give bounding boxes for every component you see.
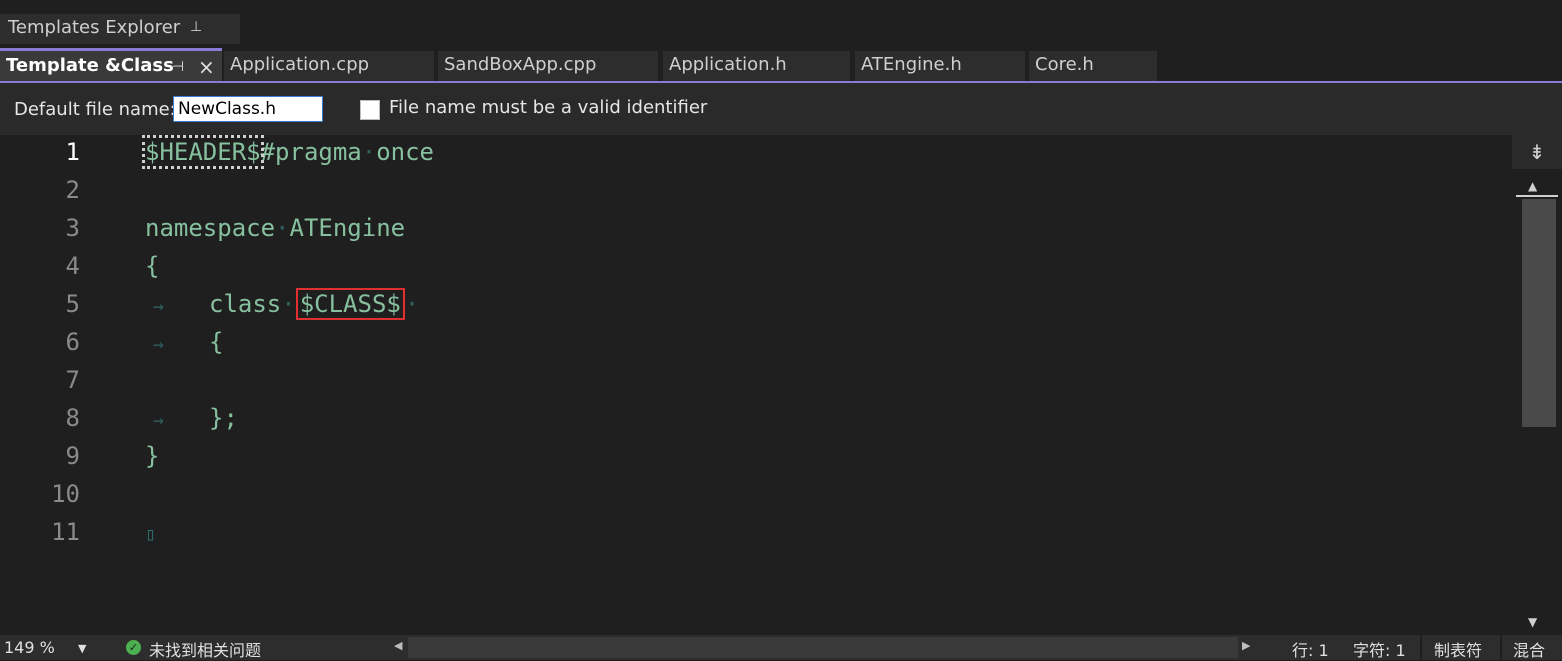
templates-explorer-title: Templates Explorer [8, 17, 181, 38]
tab-label: Core.h [1035, 54, 1094, 75]
tab-arrow-icon: → [153, 296, 164, 317]
close-brace: } [145, 442, 160, 470]
zoom-value: 149 % [4, 638, 55, 657]
close-icon[interactable]: × [198, 55, 215, 79]
pin-icon[interactable]: ⊥ [190, 19, 202, 35]
class-open-brace: { [209, 328, 224, 356]
header-placeholder[interactable]: $HEADER$ [142, 135, 264, 169]
tab-label: SandBoxApp.cpp [444, 54, 597, 75]
class-close-brace: }; [209, 404, 238, 432]
document-tab-strip: Template &Class ⊣ × Application.cpp Sand… [0, 48, 1562, 81]
vertical-scrollbar[interactable]: ⇟ ▲ ▼ [1512, 135, 1562, 635]
pin-icon[interactable]: ⊣ [172, 59, 184, 75]
line-number: 10 [51, 480, 80, 508]
once-keyword: once [376, 138, 434, 166]
valid-identifier-checkbox[interactable] [360, 100, 380, 120]
horizontal-scrollbar[interactable]: ◀ ▶ [388, 635, 1260, 660]
indent-mode[interactable]: 制表符 [1434, 637, 1482, 661]
scroll-right-icon[interactable]: ▶ [1242, 639, 1250, 652]
line-number: 3 [65, 214, 80, 242]
check-circle-icon: ✓ [126, 640, 141, 655]
line-number: 11 [51, 518, 80, 546]
status-divider [1420, 635, 1422, 660]
tab-template-class[interactable]: Template &Class ⊣ × [0, 48, 222, 81]
tab-label: Template &Class [6, 55, 174, 76]
code-editor[interactable]: 1 2 3 4 5 6 7 8 9 10 11 $HEADER$#pragma·… [0, 135, 1512, 635]
line-number: 4 [65, 252, 80, 280]
scroll-thumb[interactable] [1522, 199, 1556, 427]
line-indicator[interactable]: 行: 1 [1292, 637, 1329, 661]
default-filename-label: Default file name: [14, 99, 176, 120]
tab-label: Application.h [669, 54, 787, 75]
tab-core-h[interactable]: Core.h [1029, 51, 1157, 81]
tab-label: ATEngine.h [861, 54, 962, 75]
code-line-4: { [145, 247, 159, 285]
chevron-down-icon[interactable]: ▼ [78, 638, 86, 660]
line-number: 6 [65, 328, 80, 356]
default-filename-input[interactable] [173, 96, 323, 122]
pragma-keyword: #pragma [260, 138, 362, 166]
scroll-position-marker [1516, 195, 1558, 197]
valid-identifier-label: File name must be a valid identifier [389, 97, 708, 118]
tab-application-h[interactable]: Application.h [663, 51, 850, 81]
templates-explorer-tab[interactable]: Templates Explorer ⊥ [0, 14, 240, 44]
namespace-keyword: namespace [145, 214, 276, 242]
code-line-9: } [145, 437, 159, 475]
namespace-name: ATEngine [289, 214, 406, 242]
line-number: 9 [65, 442, 80, 470]
code-line-11: ▯ [145, 513, 156, 554]
zoom-dropdown[interactable]: 149 % ▼ [4, 638, 90, 660]
code-line-1: $HEADER$#pragma·once [142, 135, 434, 169]
line-ending-mode[interactable]: 混合 [1513, 637, 1545, 661]
class-placeholder[interactable]: $CLASS$ [295, 288, 405, 320]
template-options-bar: Default file name: File name must be a v… [0, 83, 1562, 135]
tab-label: Application.cpp [230, 54, 370, 75]
class-keyword: class [209, 290, 282, 318]
line-number: 8 [65, 404, 80, 432]
tab-arrow-icon: → [153, 410, 164, 431]
end-of-file-marker: ▯ [145, 524, 156, 545]
line-number: 1 [65, 138, 80, 166]
line-number: 5 [65, 290, 80, 318]
code-line-6: →{ [145, 323, 223, 364]
tab-arrow-icon: → [153, 334, 164, 355]
code-line-3: namespace·ATEngine [145, 214, 406, 242]
tab-sandboxapp-cpp[interactable]: SandBoxApp.cpp [438, 51, 658, 81]
tab-application-cpp[interactable]: Application.cpp [224, 51, 434, 81]
code-line-8: →}; [145, 399, 238, 440]
split-editor-icon[interactable]: ⇟ [1512, 135, 1562, 169]
line-number: 7 [65, 366, 80, 394]
status-divider [1500, 635, 1502, 660]
code-line-5: → class· $CLASS$ · [145, 285, 419, 326]
char-indicator[interactable]: 字符: 1 [1353, 637, 1406, 661]
issues-status[interactable]: 未找到相关问题 [149, 637, 261, 661]
scroll-down-icon[interactable]: ▼ [1528, 615, 1537, 629]
horizontal-scroll-track[interactable] [408, 637, 1238, 658]
scroll-up-icon[interactable]: ▲ [1528, 179, 1537, 193]
tab-atengine-h[interactable]: ATEngine.h [855, 51, 1025, 81]
line-number: 2 [65, 176, 80, 204]
scroll-left-icon[interactable]: ◀ [394, 639, 402, 652]
open-brace: { [145, 252, 160, 280]
editor-status-bar: 149 % ▼ ✓ 未找到相关问题 ◀ ▶ 行: 1 字符: 1 制表符 混合 [0, 635, 1562, 660]
